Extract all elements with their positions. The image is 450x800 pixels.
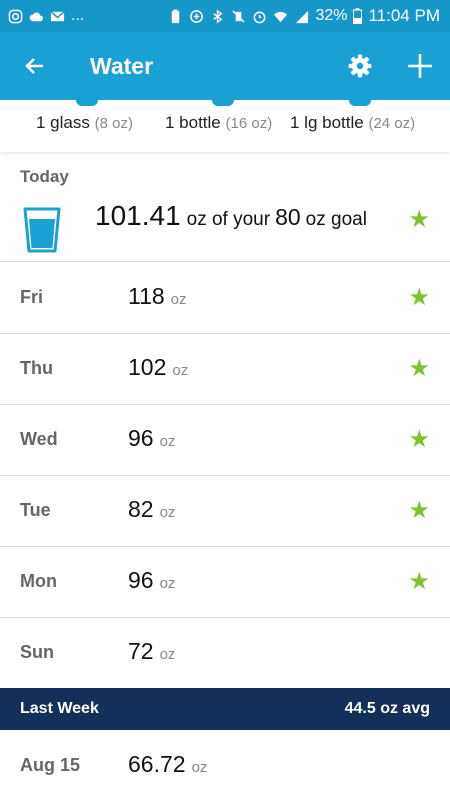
battery-icon	[353, 8, 363, 24]
quick-add-size: (8 oz)	[94, 115, 133, 132]
goal-star-icon: ★	[408, 497, 430, 524]
today-text-mid: oz of your	[186, 209, 271, 230]
settings-button[interactable]	[330, 32, 390, 100]
quick-add-label: 1 bottle	[165, 113, 221, 132]
day-row[interactable]: Tue 82 oz ★	[0, 476, 450, 547]
week-unit: oz	[191, 759, 208, 776]
vibrate-mute-icon	[232, 9, 246, 23]
cloud-icon	[29, 12, 44, 21]
section-header-last-week: Last Week 44.5 oz avg	[0, 688, 450, 730]
status-bar: ... 32% 11:04 PM	[0, 0, 450, 32]
today-amount: 101.41	[95, 200, 181, 231]
section-average: 44.5 oz avg	[344, 700, 430, 717]
day-unit: oz	[159, 575, 176, 592]
day-value: 102	[128, 354, 167, 380]
quick-add-lg-bottle[interactable]: 1 lg bottle (24 oz)	[290, 113, 415, 133]
day-value: 118	[128, 283, 165, 309]
day-label: Wed	[20, 429, 58, 449]
day-row[interactable]: Sun 72 oz	[0, 618, 450, 688]
day-row[interactable]: Fri 118 oz ★	[0, 263, 450, 334]
day-row[interactable]: Thu 102 oz ★	[0, 334, 450, 405]
day-unit: oz	[159, 433, 176, 450]
day-label: Fri	[20, 287, 44, 307]
bluetooth-icon	[213, 8, 223, 24]
goal-star-icon: ★	[408, 206, 430, 233]
instagram-icon	[8, 9, 23, 23]
day-value: 82	[128, 496, 154, 522]
goal-amount: 80	[275, 204, 301, 230]
battery-saver-icon	[172, 8, 180, 23]
section-title: Last Week	[20, 700, 99, 717]
goal-star-icon: ★	[408, 284, 430, 311]
day-unit: oz	[170, 291, 187, 308]
quick-add-size: (24 oz)	[368, 115, 416, 132]
quick-add-label: 1 glass	[36, 113, 90, 132]
today-text-end: oz goal	[305, 209, 367, 230]
week-label: Aug 15	[20, 755, 81, 775]
day-label: Mon	[20, 571, 57, 591]
day-value: 96	[128, 567, 154, 593]
quick-add-size: (16 oz)	[225, 115, 273, 132]
status-more-dots: ...	[71, 7, 85, 24]
battery-percent: 32%	[315, 7, 348, 24]
goal-star-icon: ★	[408, 426, 430, 453]
day-value: 96	[128, 425, 154, 451]
day-label: Thu	[20, 358, 53, 378]
water-glass-icon	[23, 207, 61, 253]
page-title: Water	[90, 52, 154, 79]
clock-time: 11:04 PM	[368, 6, 440, 25]
quick-add-bottle[interactable]: 1 bottle (16 oz)	[165, 113, 272, 133]
quick-add-lg-bottle-tab	[349, 100, 371, 106]
add-button[interactable]	[390, 32, 450, 100]
wifi-icon	[274, 11, 288, 22]
quick-add-glass-tab	[76, 100, 98, 106]
day-value: 72	[128, 638, 154, 664]
goal-star-icon: ★	[408, 568, 430, 595]
quick-add-bottle-tab	[212, 100, 234, 106]
today-progress-text: 101.41 oz of your 80 oz goal	[95, 200, 367, 232]
quick-add-label: 1 lg bottle	[290, 113, 364, 132]
week-row[interactable]: Aug 15 66.72 oz	[0, 730, 450, 800]
alarm-icon	[254, 11, 266, 23]
plus-icon	[408, 54, 432, 78]
quick-add-glass[interactable]: 1 glass (8 oz)	[36, 113, 133, 133]
day-label: Tue	[20, 500, 51, 520]
back-button[interactable]	[0, 32, 70, 100]
day-row[interactable]: Wed 96 oz ★	[0, 405, 450, 476]
goal-star-icon: ★	[408, 355, 430, 382]
signal-icon	[296, 10, 309, 23]
week-value: 66.72	[128, 751, 186, 777]
data-saver-icon	[190, 9, 204, 23]
today-summary[interactable]: Today 101.41 oz of your 80 oz goal ★	[0, 152, 450, 262]
day-unit: oz	[159, 646, 176, 663]
gmail-icon	[50, 10, 65, 21]
gear-icon	[348, 54, 372, 78]
day-label: Sun	[20, 642, 54, 662]
today-label: Today	[20, 167, 69, 186]
app-bar: Water	[0, 32, 450, 100]
arrow-left-icon	[25, 58, 43, 74]
quick-add-strip: 1 glass (8 oz) 1 bottle (16 oz) 1 lg bot…	[0, 100, 450, 152]
day-row[interactable]: Mon 96 oz ★	[0, 547, 450, 618]
day-unit: oz	[172, 362, 189, 379]
day-unit: oz	[159, 504, 176, 521]
